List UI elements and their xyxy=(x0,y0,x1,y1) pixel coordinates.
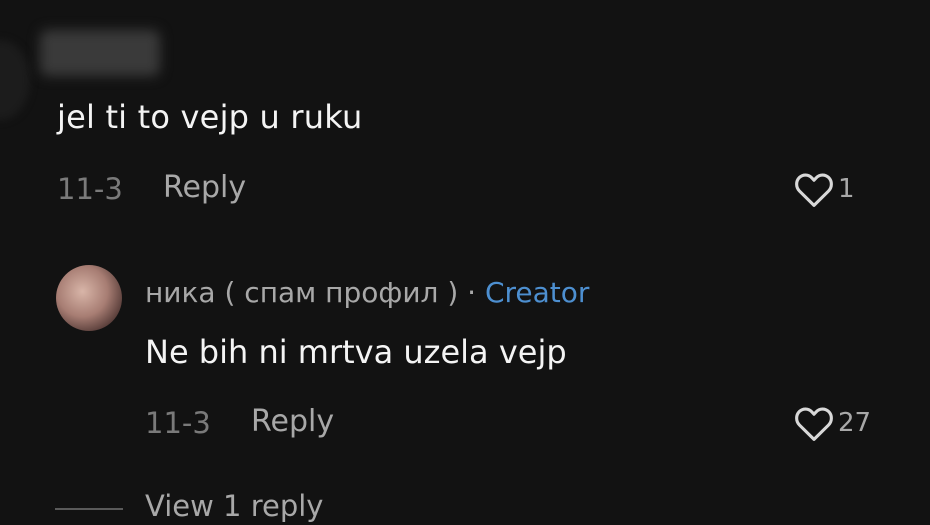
reply-button[interactable]: Reply xyxy=(251,404,334,439)
replies-divider xyxy=(55,508,123,510)
username[interactable]: ника ( спам профил ) xyxy=(145,276,458,309)
like-count: 27 xyxy=(838,408,872,438)
comment-date: 11-3 xyxy=(57,172,123,206)
view-replies-button[interactable]: View 1 reply xyxy=(145,489,323,523)
like-count: 1 xyxy=(838,174,855,204)
blurred-username xyxy=(40,30,160,76)
blurred-avatar xyxy=(0,40,30,120)
comment-date: 11-3 xyxy=(145,406,211,440)
reply-button[interactable]: Reply xyxy=(163,170,246,205)
creator-badge: Creator xyxy=(484,276,590,309)
avatar[interactable] xyxy=(56,265,122,331)
like-button[interactable]: 27 xyxy=(792,404,871,442)
heart-outline-icon xyxy=(795,407,833,441)
separator-dot: · xyxy=(467,276,477,309)
comment-author[interactable]: ника ( спам профил ) · Creator xyxy=(145,276,589,309)
heart-outline-icon xyxy=(795,173,833,207)
comment-text: jel ti to vejp u ruku xyxy=(57,98,363,136)
comment-text: Ne bih ni mrtva uzela vejp xyxy=(145,333,567,371)
like-button[interactable]: 1 xyxy=(792,170,855,208)
